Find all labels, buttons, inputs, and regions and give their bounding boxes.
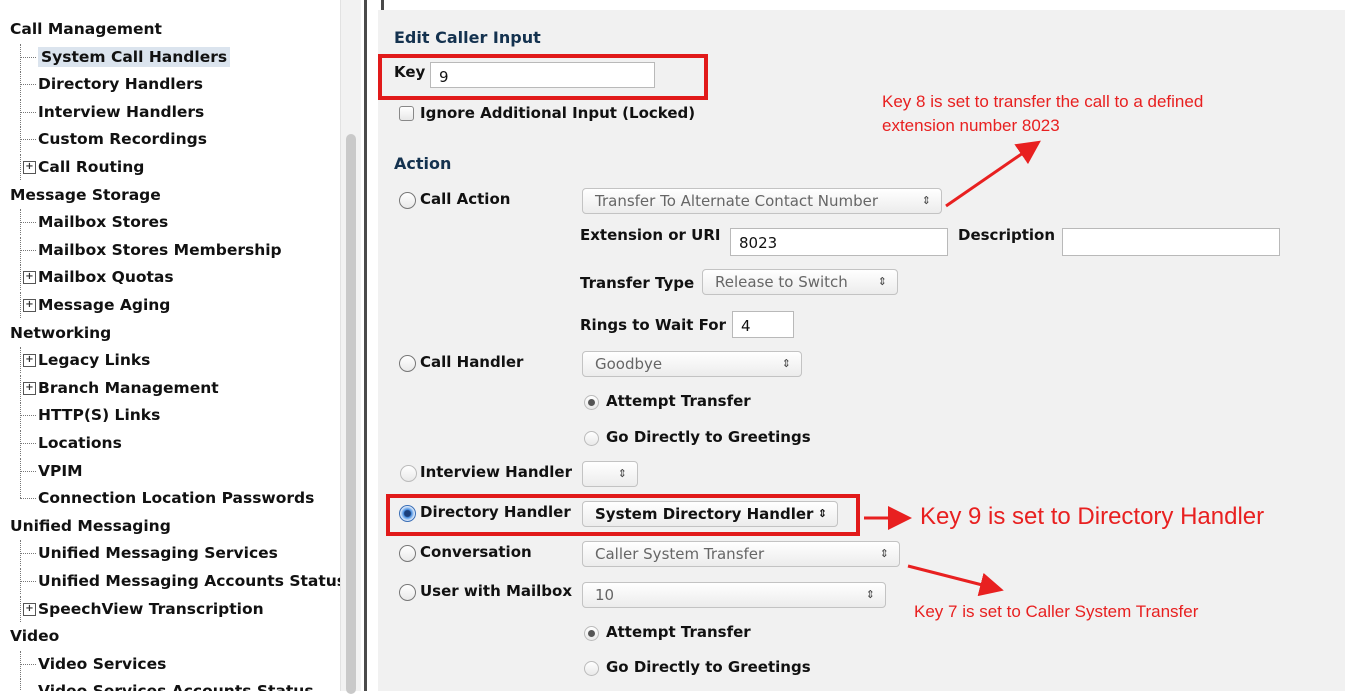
key8-annotation-line2: extension number 8023 <box>882 116 1060 135</box>
key8-arrow <box>945 140 1041 208</box>
key9-annotation: Key 9 is set to Directory Handler <box>920 503 1265 530</box>
key7-arrow <box>907 564 1004 597</box>
key8-annotation: Key 8 is set to transfer the call to a d… <box>882 90 1203 138</box>
key8-annotation-line1: Key 8 is set to transfer the call to a d… <box>882 92 1204 111</box>
key7-annotation: Key 7 is set to Caller System Transfer <box>914 602 1199 621</box>
